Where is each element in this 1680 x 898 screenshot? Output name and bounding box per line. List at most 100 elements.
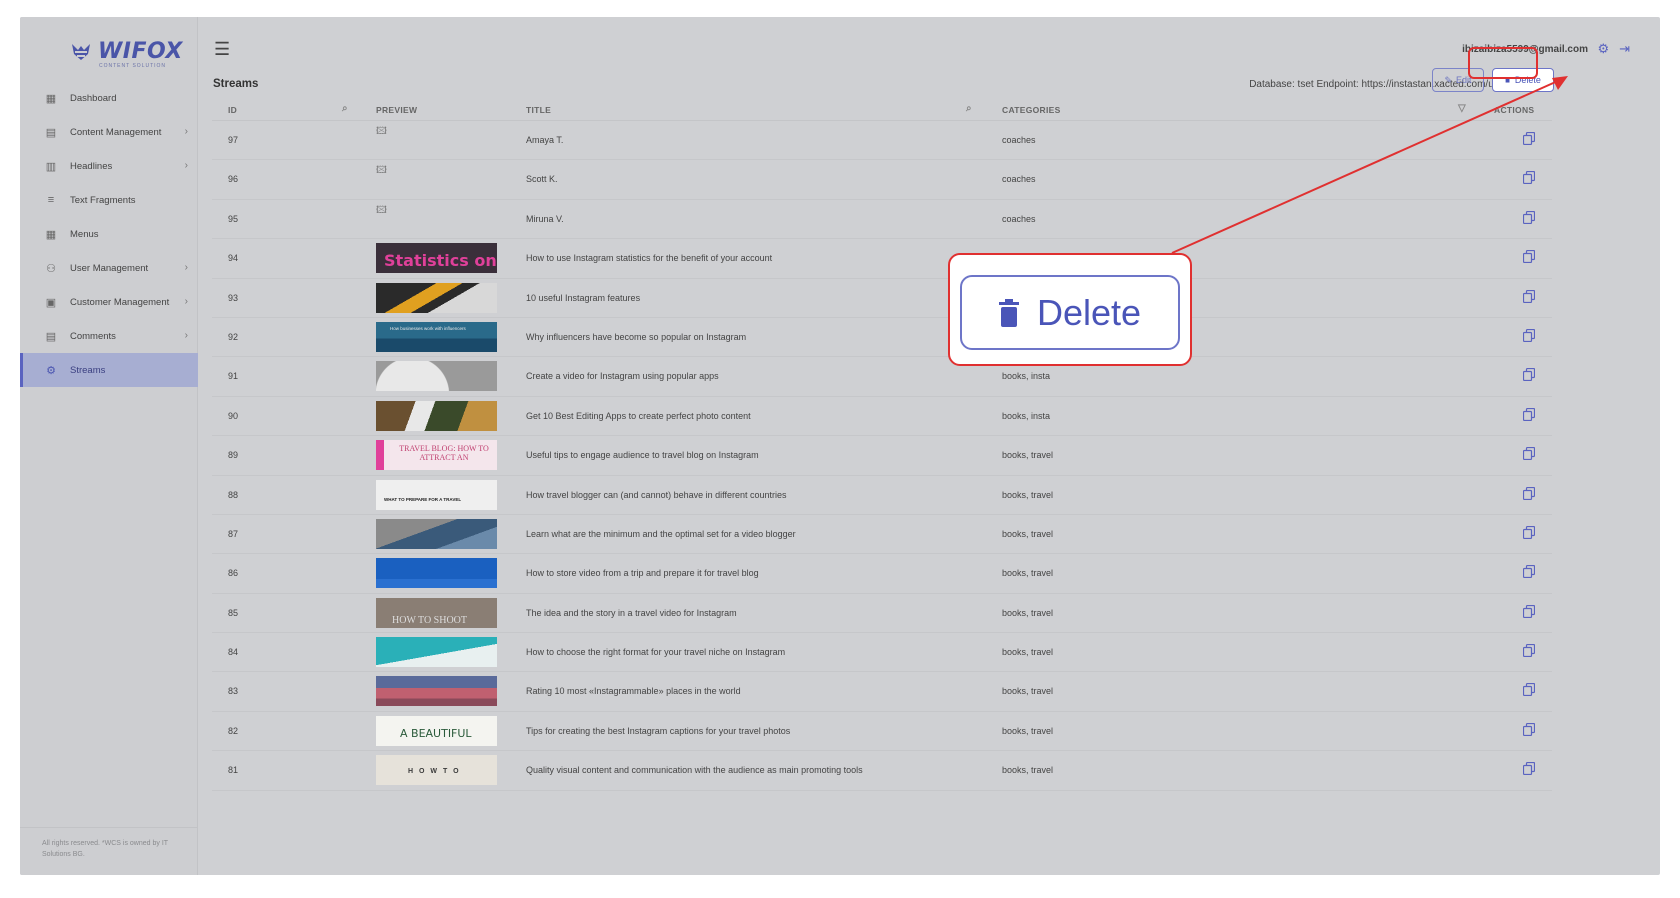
preview-cell [376,518,497,549]
copy-icon[interactable] [1522,171,1536,187]
table-row[interactable]: 94 Statistics on How to use Instagram stat… [212,239,1552,279]
copy-icon[interactable] [1522,486,1536,503]
preview-cell [376,558,497,589]
col-title-header[interactable]: TITLE [526,105,551,115]
sidebar-item-label: Menus [70,228,99,240]
thumbnail-text: WHAT TO PREPARE FOR A TRAVEL [384,496,462,502]
preview-thumbnail[interactable]: A BEAUTIFUL [376,715,497,746]
preview-thumbnail[interactable]: H O W T O [376,755,497,786]
row-title: Amaya T. [526,135,564,145]
table-row[interactable]: 85 HOW TO SHOOT The idea and the story in … [212,594,1552,634]
sidebar-item-label: Headlines [70,160,113,172]
row-categories: books, travel [1002,765,1054,776]
preview-thumbnail[interactable]: TRAVEL BLOG: HOW TO ATTRACT AN [376,440,497,471]
copy-icon[interactable] [1522,289,1536,306]
sidebar-item-customer-management[interactable]: ▣ Customer Management › [20,285,198,319]
row-title: How travel blogger can (and cannot) beha… [526,489,787,500]
broken-image-icon: 🖾 [376,126,387,137]
col-id-header[interactable]: ID [228,105,237,115]
preview-thumbnail[interactable]: Statistics on [376,243,497,274]
preview-thumbnail[interactable] [376,361,497,392]
text-icon: ≡ [47,194,55,206]
row-categories: books, travel [1002,489,1054,500]
sidebar-item-dashboard[interactable]: ▦ Dashboard [20,81,198,115]
copy-icon[interactable] [1522,328,1536,345]
copy-icon[interactable] [1522,604,1536,621]
copy-icon[interactable] [1522,368,1536,384]
preview-cell [376,400,497,431]
customer-icon: ▣ [45,296,57,309]
table-row[interactable]: 97 🖾 Amaya T. coaches [212,121,1552,161]
id-search-icon[interactable]: ⌕ [342,103,348,114]
table-row[interactable]: 89 TRAVEL BLOG: HOW TO ATTRACT AN Useful t… [212,436,1552,476]
row-categories: books, travel [1002,450,1054,461]
copy-icon[interactable] [1522,722,1536,739]
copy-icon[interactable] [1522,525,1536,542]
copy-icon[interactable] [1522,762,1536,778]
sidebar-item-label: Content Management [70,126,162,138]
table-row[interactable]: 96 🖾 Scott K. coaches [212,160,1552,200]
table-row[interactable]: 95 🖾 Miruna V. coaches [212,200,1552,240]
copy-icon[interactable] [1522,131,1536,148]
sidebar-item-label: User Management [70,262,149,274]
sidebar-item-label: Streams [70,364,106,376]
row-categories: books, travel [1002,686,1054,697]
copy-icon[interactable] [1522,407,1536,424]
copy-icon[interactable] [1522,643,1536,660]
preview-thumbnail[interactable] [376,676,497,707]
preview-thumbnail[interactable] [376,282,497,313]
table-row[interactable]: 82 A BEAUTIFUL Tips for creating the best … [212,712,1552,752]
filter-icon[interactable]: ▽ [1458,103,1466,114]
zoomed-delete-button[interactable]: Delete [960,275,1180,350]
sidebar-item-label: Customer Management [70,296,170,308]
table-row[interactable]: 87 Learn what are the minimum and the opt… [212,515,1552,555]
row-title: Create a video for Instagram using popul… [526,371,719,382]
row-title: How to store video from a trip and prepa… [526,568,759,579]
col-actions-header: ACTIONS [1494,105,1535,115]
logo: WIFOX [70,39,183,64]
sidebar-item-streams[interactable]: ⚙ Streams [20,353,198,387]
settings-icon[interactable]: ⚙ [1597,41,1609,57]
copy-icon[interactable] [1522,683,1536,699]
table-row[interactable]: 86 How to store video from a trip and pre… [212,554,1552,594]
preview-thumbnail[interactable] [376,400,497,431]
table-row[interactable]: 84 How to choose the right format for you… [212,633,1552,673]
copy-icon[interactable] [1522,210,1536,227]
preview-thumbnail[interactable]: WHAT TO PREPARE FOR A TRAVEL [376,479,497,510]
sidebar-item-headlines[interactable]: ▥ Headlines › [20,149,198,183]
row-id: 86 [228,568,239,579]
content-icon: ▤ [45,126,57,139]
row-id: 87 [228,528,239,539]
table-row[interactable]: 88 WHAT TO PREPARE FOR A TRAVEL How travel… [212,476,1552,515]
table-row[interactable]: 91 Create a video for Instagram using pop… [212,357,1552,397]
row-id: 96 [228,174,239,185]
copy-icon[interactable] [1522,447,1536,463]
table-row[interactable]: 81 H O W T O Quality visual content and co… [212,751,1552,791]
col-categories-header[interactable]: CATEGORIES [1002,105,1061,115]
users-icon: ⚇ [46,262,56,275]
row-categories: books, travel [1002,607,1054,618]
sidebar-item-menus[interactable]: ▦ Menus [20,217,198,251]
row-id: 88 [228,489,239,500]
copy-icon[interactable] [1522,565,1536,581]
table-row[interactable]: 92 How businesses work with influencers Wh… [212,318,1552,358]
row-id: 84 [228,647,239,658]
logout-icon[interactable]: ⇥ [1619,41,1630,57]
table-row[interactable]: 90 Get 10 Best Editing Apps to create per… [212,397,1552,437]
preview-thumbnail[interactable] [376,637,497,668]
title-search-icon[interactable]: ⌕ [966,103,972,114]
row-id: 82 [228,725,239,736]
sidebar-item-content-management[interactable]: ▤ Content Management › [20,115,198,149]
preview-thumbnail[interactable] [376,518,497,549]
preview-thumbnail[interactable]: How businesses work with influencers [376,321,497,352]
copy-icon[interactable] [1522,250,1536,266]
sidebar-item-user-management[interactable]: ⚇ User Management › [20,251,198,285]
menu-toggle-icon[interactable]: ☰ [214,39,230,60]
sidebar-item-text-fragments[interactable]: ≡ Text Fragments [20,183,198,217]
table-row[interactable]: 83 Rating 10 most «Instagrammable» places… [212,672,1552,712]
sidebar-item-comments[interactable]: ▤ Comments › [20,319,198,353]
sidebar-item-label: Dashboard [70,92,117,104]
preview-thumbnail[interactable] [376,558,497,589]
preview-thumbnail[interactable]: HOW TO SHOOT [376,597,497,628]
table-row[interactable]: 93 10 useful Instagram features [212,279,1552,318]
